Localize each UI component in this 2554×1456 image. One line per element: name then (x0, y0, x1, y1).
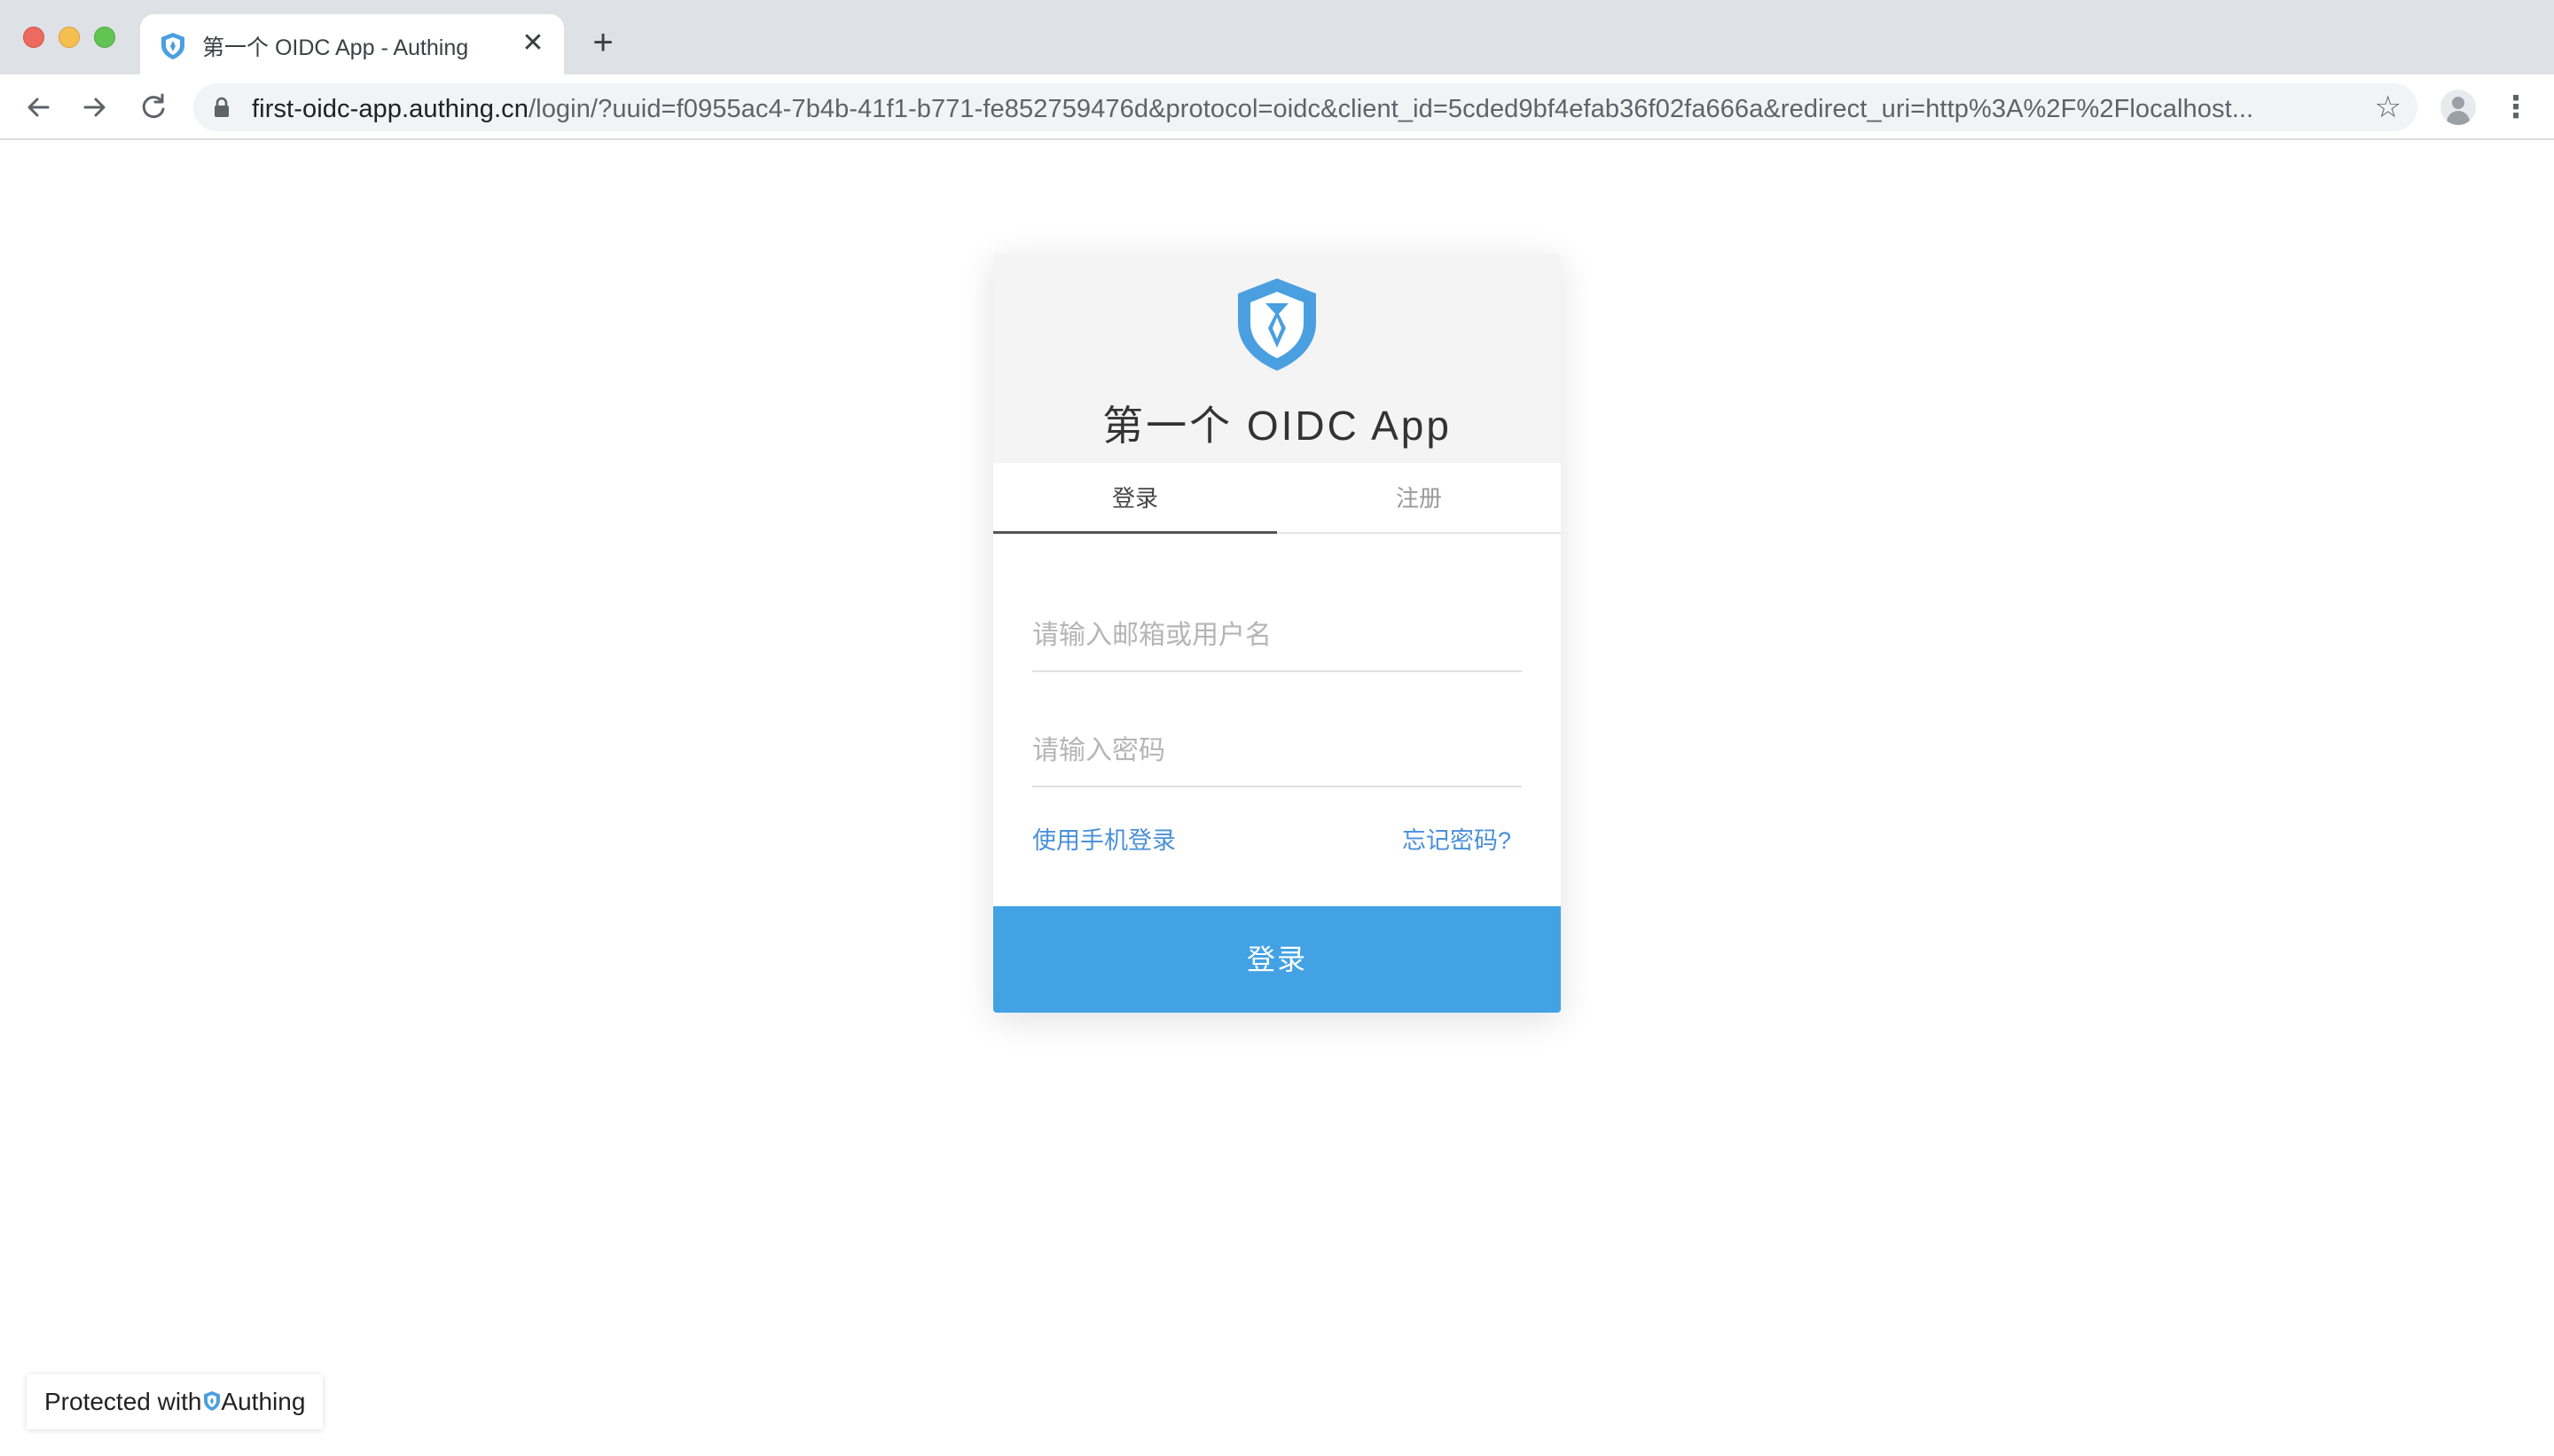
url-text: first-oidc-app.authing.cn/login/?uuid=f0… (252, 95, 2253, 124)
window-close-button[interactable] (23, 27, 44, 48)
new-tab-button[interactable]: + (585, 25, 621, 60)
password-field-container (1032, 716, 1522, 787)
reload-icon[interactable] (135, 89, 172, 126)
login-submit-button[interactable]: 登录 (993, 906, 1561, 1013)
url-host: first-oidc-app.authing.cn (252, 95, 529, 123)
more-vert-icon[interactable]: ⋮ (2501, 89, 2531, 126)
auth-tabs: 登录 注册 (993, 463, 1561, 534)
password-input[interactable] (1032, 716, 1522, 786)
profile-icon[interactable] (2440, 90, 2476, 125)
card-header: 第一个 OIDC App (993, 254, 1561, 463)
username-input[interactable] (1032, 601, 1522, 670)
phone-login-link[interactable]: 使用手机登录 (1032, 821, 1176, 856)
brand-text: Authing (221, 1388, 306, 1415)
window-maximize-button[interactable] (94, 27, 115, 48)
tab-title: 第一个 OIDC App - Authing (202, 35, 469, 60)
url-path: /login/?uuid=f0955ac4-7b4b-41f1-b771-fe8… (529, 95, 2254, 123)
protected-text: Protected with (44, 1388, 202, 1415)
browser-tab-active[interactable]: 第一个 OIDC App - Authing ✕ (140, 14, 564, 74)
address-bar[interactable]: first-oidc-app.authing.cn/login/?uuid=f0… (193, 83, 2417, 131)
login-card: 第一个 OIDC App 登录 注册 使用手机登录 忘记密码? 登录 (993, 254, 1561, 1013)
arrow-right-icon[interactable] (76, 89, 114, 126)
star-icon[interactable]: ☆ (2375, 90, 2401, 124)
username-field-container (1032, 601, 1522, 672)
tab-login[interactable]: 登录 (993, 463, 1277, 534)
forgot-password-link[interactable]: 忘记密码? (1402, 821, 1511, 856)
protected-badge[interactable]: Protected with Authing (27, 1374, 324, 1429)
lock-icon (215, 97, 229, 117)
browser-tab-bar: 第一个 OIDC App - Authing ✕ + (0, 0, 2554, 74)
browser-toolbar: first-oidc-app.authing.cn/login/?uuid=f0… (0, 74, 2554, 140)
close-tab-icon[interactable]: ✕ (518, 28, 548, 59)
profile-body (2447, 111, 2470, 125)
authing-shield-small-icon (204, 1391, 221, 1411)
authing-shield-icon (161, 33, 184, 59)
app-title: 第一个 OIDC App (1102, 403, 1452, 449)
arrow-left-icon[interactable] (20, 89, 57, 126)
authing-shield-logo-icon (1238, 278, 1316, 371)
profile-head (2452, 97, 2464, 109)
tab-register[interactable]: 注册 (1277, 463, 1561, 534)
window-minimize-button[interactable] (59, 27, 80, 48)
